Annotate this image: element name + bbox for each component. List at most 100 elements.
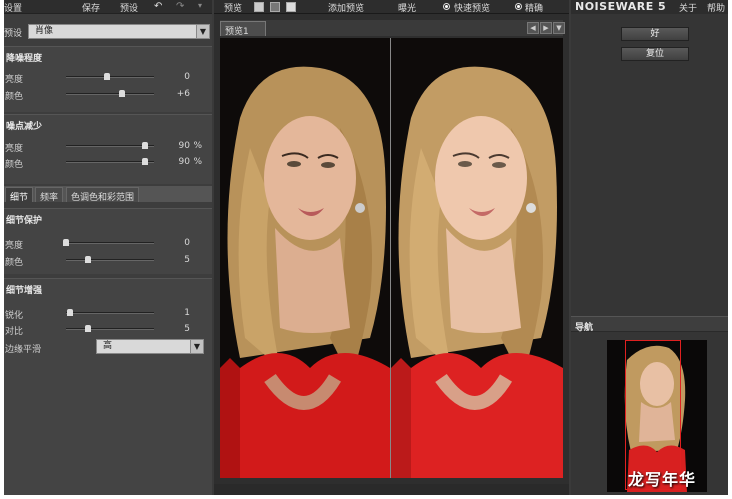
navigator-header: 导航 — [571, 316, 728, 333]
detail-protect-title: 细节保护 — [6, 216, 43, 226]
slider-track[interactable] — [63, 239, 154, 246]
settings-panel: 设置 保存 预设 ↶ ↷ ▾ 预设 肖像 ▼ 降噪程度 亮度 0 颜色 +6 噪… — [4, 0, 212, 495]
settings-title: 设置 — [4, 4, 23, 14]
slider-thumb[interactable] — [142, 142, 149, 149]
ok-button[interactable]: 好 — [621, 27, 689, 41]
add-preview-button[interactable]: 添加预览 — [328, 1, 364, 14]
slider-value: 5 — [184, 324, 190, 334]
before-image — [220, 38, 390, 478]
slider-label: 颜色 — [5, 92, 24, 102]
chevron-left-icon[interactable]: ◀ — [527, 22, 539, 34]
slider-track[interactable] — [66, 90, 154, 97]
preset-select[interactable]: 肖像 ▼ — [28, 24, 210, 39]
portrait-before — [220, 38, 390, 478]
slider-label: 颜色 — [5, 160, 24, 170]
slider-value: 5 — [184, 255, 190, 265]
navigator-title: 导航 — [575, 323, 594, 333]
tab-preview-1[interactable]: 预览1 — [220, 21, 266, 37]
slider-track[interactable] — [66, 158, 154, 165]
presets-button[interactable]: 预设 — [120, 1, 138, 14]
slider-track[interactable] — [66, 256, 154, 263]
slider-label: 锐化 — [5, 311, 24, 321]
screenshot-frame: 设置 保存 预设 ↶ ↷ ▾ 预设 肖像 ▼ 降噪程度 亮度 0 颜色 +6 噪… — [0, 0, 732, 499]
split-vertical-icon[interactable] — [286, 2, 296, 12]
undo-icon[interactable]: ↶ — [154, 1, 162, 12]
split-preview[interactable] — [220, 38, 563, 478]
tab-detail[interactable]: 细节 — [5, 187, 34, 203]
slider-unit: % — [193, 157, 202, 167]
detail-protect-section: 细节保护 亮度 0 颜色 5 — [4, 208, 212, 274]
slider-label: 亮度 — [5, 144, 24, 154]
slider-row: 锐化 1 — [4, 306, 212, 321]
noiseware-window: 设置 保存 预设 ↶ ↷ ▾ 预设 肖像 ▼ 降噪程度 亮度 0 颜色 +6 噪… — [4, 0, 728, 495]
fast-preview-label: 快速预览 — [454, 4, 491, 14]
slider-row: 亮度 0 — [4, 70, 212, 85]
save-button[interactable]: 保存 — [82, 1, 100, 14]
after-image — [391, 38, 563, 478]
about-button[interactable]: 关于 — [679, 1, 697, 14]
menu-icon[interactable]: ▾ — [198, 1, 202, 10]
slider-thumb[interactable] — [63, 239, 69, 246]
right-panel: NOISEWARE 5 关于 帮助 好 复位 导航 — [571, 0, 728, 495]
watermark-text: 龙写年华 — [628, 470, 697, 489]
preview-tab-bar: 预览1 ◀ ▶ ▼ — [220, 20, 565, 37]
chevron-right-icon[interactable]: ▶ — [540, 22, 552, 34]
chevron-down-icon: ▼ — [196, 25, 209, 38]
slider-row: 亮度 0 — [4, 236, 212, 251]
slider-label: 亮度 — [5, 75, 24, 85]
settings-tabs: 细节 频率 色调色和彩范围 — [4, 186, 212, 203]
noise-level-section: 降噪程度 亮度 0 颜色 +6 — [4, 46, 212, 112]
slider-unit: % — [193, 141, 202, 151]
noise-reduction-section: 噪点减少 亮度 90 % 颜色 90 % — [4, 114, 212, 184]
slider-row: 颜色 5 — [4, 253, 212, 268]
slider-value: 0 — [184, 72, 190, 82]
slider-thumb[interactable] — [85, 325, 91, 332]
slider-track[interactable] — [66, 309, 154, 316]
help-button[interactable]: 帮助 — [707, 1, 725, 14]
slider-track[interactable] — [66, 142, 154, 149]
preview-area: 预览 添加预览 曝光 快速预览 精确 预览1 ◀ ▶ ▼ — [214, 0, 569, 495]
slider-value: 90 — [178, 141, 190, 151]
slider-label: 亮度 — [5, 241, 24, 251]
tab-frequency[interactable]: 频率 — [35, 187, 64, 203]
edge-smooth-label: 边缘平滑 — [5, 345, 42, 355]
settings-toolbar: 设置 保存 预设 ↶ ↷ ▾ — [4, 0, 212, 14]
preview-menu[interactable]: 预览 — [224, 1, 242, 14]
slider-thumb[interactable] — [142, 158, 149, 165]
slider-value: 0 — [184, 238, 190, 248]
slider-track[interactable] — [66, 325, 154, 332]
edge-smooth-select[interactable]: 高 ▼ — [96, 339, 204, 354]
single-view-icon[interactable] — [254, 2, 264, 12]
chevron-down-icon[interactable]: ▼ — [553, 22, 565, 34]
fast-preview-radio[interactable] — [443, 3, 450, 10]
redo-icon[interactable]: ↷ — [176, 1, 184, 12]
noise-level-title: 降噪程度 — [6, 54, 43, 64]
edge-smooth-value: 高 — [103, 341, 113, 351]
slider-track[interactable] — [66, 73, 154, 80]
tab-tone-color-range[interactable]: 色调色和彩范围 — [66, 187, 140, 203]
slider-thumb[interactable] — [104, 73, 111, 80]
slider-label: 对比 — [5, 327, 24, 337]
accurate-label: 精确 — [525, 4, 544, 14]
edge-smooth-row: 边缘平滑 高 ▼ — [4, 339, 212, 355]
preset-row: 预设 肖像 ▼ — [4, 22, 212, 40]
slider-row: 颜色 90 % — [4, 155, 212, 170]
slider-thumb[interactable] — [85, 256, 91, 263]
slider-value: 90 — [178, 157, 190, 167]
chevron-down-icon: ▼ — [190, 340, 203, 353]
preset-value: 肖像 — [35, 26, 54, 36]
noise-reduction-title: 噪点减少 — [6, 122, 43, 132]
accurate-radio[interactable] — [515, 3, 522, 10]
reset-button[interactable]: 复位 — [621, 47, 689, 61]
slider-row: 颜色 +6 — [4, 87, 212, 102]
zoom-bar — [214, 484, 569, 495]
detail-enhance-section: 细节增强 锐化 1 对比 5 边缘平滑 高 ▼ — [4, 278, 212, 495]
slider-value: 1 — [184, 308, 190, 318]
exposure-button[interactable]: 曝光 — [398, 1, 416, 14]
slider-thumb[interactable] — [119, 90, 126, 97]
split-horizontal-icon[interactable] — [270, 2, 280, 12]
preset-label: 预设 — [4, 29, 23, 39]
slider-thumb[interactable] — [67, 309, 74, 316]
brand-logo: NOISEWARE 5 — [575, 0, 667, 13]
slider-row: 亮度 90 % — [4, 139, 212, 154]
